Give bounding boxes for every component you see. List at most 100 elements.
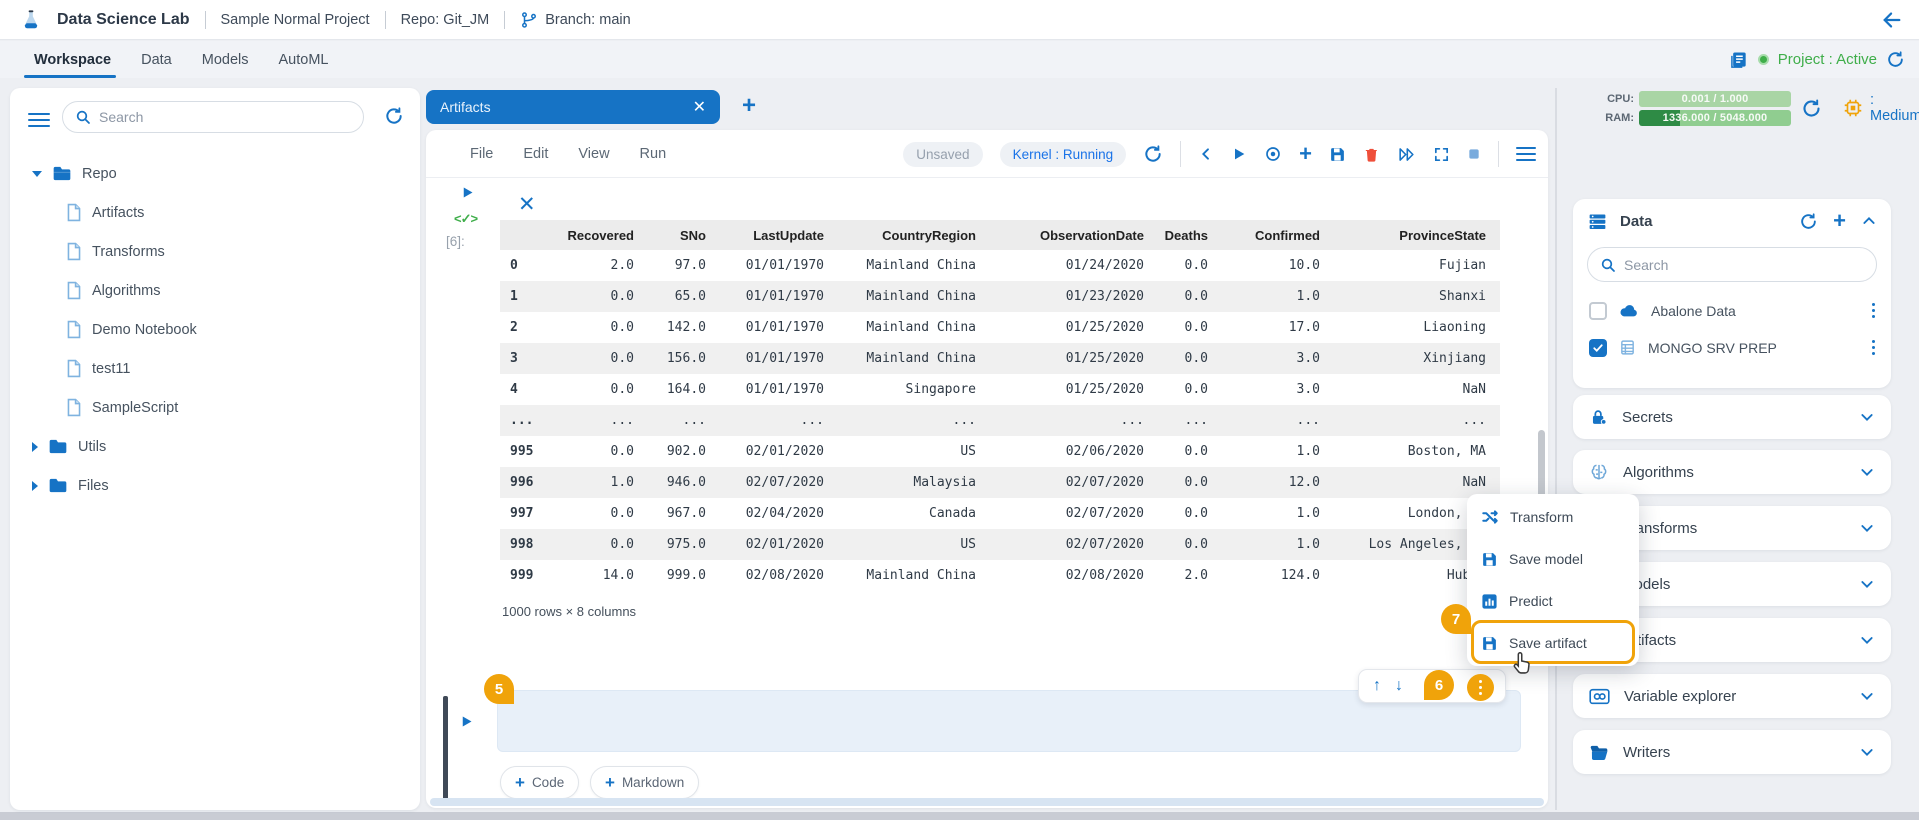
tree-file-demo-notebook[interactable]: Demo Notebook [10,310,420,349]
branch-name: Branch: main [545,12,630,28]
clear-output-icon[interactable]: ✕ [518,192,536,217]
checkbox-checked[interactable] [1589,339,1607,357]
data-add-icon[interactable]: + [1833,208,1846,234]
nav-item-workspace[interactable]: Workspace [34,52,111,68]
add-markdown-button[interactable]: + Markdown [590,766,699,799]
tree-folder-files[interactable]: Files [10,466,420,505]
nav-item-models[interactable]: Models [202,52,249,68]
dataframe-table: Recovered SNo LastUpdate CountryRegion O… [500,220,1500,591]
nav-item-data[interactable]: Data [141,52,172,68]
table-row: 9980.0975.002/01/2020US02/07/20200.01.0L… [500,529,1500,560]
add-cell-icon[interactable]: + [1299,141,1312,167]
table-row: 10.065.001/01/1970Mainland China01/23/20… [500,281,1500,312]
chevron-down-icon[interactable] [1859,632,1875,648]
secrets-panel[interactable]: Secrets [1573,395,1891,439]
dataset-item-mongo[interactable]: MONGO SRV PREP [1573,329,1891,366]
variable-explorer-panel[interactable]: Variable explorer [1573,674,1891,718]
writers-panel[interactable]: Writers [1573,730,1891,774]
menu-run[interactable]: Run [640,146,667,162]
menu-item-label: Transform [1510,509,1573,525]
menu-item-label: Predict [1509,593,1553,609]
menu-item-transform[interactable]: Transform [1467,496,1639,538]
chevron-down-icon[interactable] [1859,464,1875,480]
app-title: Data Science Lab [57,11,190,29]
data-search-input[interactable] [1624,257,1864,273]
panel-title: Artifacts [1622,632,1845,649]
variable-explorer-icon [1589,688,1610,705]
tree-label: Algorithms [92,283,161,299]
chevron-down-icon[interactable] [1859,744,1875,760]
panel-title: Models [1622,576,1845,593]
resources-refresh-icon[interactable] [1801,98,1822,119]
menu-item-save-model[interactable]: Save model [1467,538,1639,580]
chevron-down-icon[interactable] [1859,576,1875,592]
tree-label: Transforms [92,244,165,260]
table-summary: 1000 rows × 8 columns [502,604,636,619]
tree-file-algorithms[interactable]: Algorithms [10,271,420,310]
tree-file-test11[interactable]: test11 [10,349,420,388]
kernel-refresh-icon[interactable] [1143,144,1163,164]
tree-file-samplescript[interactable]: SampleScript [10,388,420,427]
refresh-project-icon[interactable] [1886,50,1905,69]
chevron-down-icon[interactable] [1859,688,1875,704]
annotation-badge-7: 7 [1441,604,1471,634]
cell-options-icon[interactable] [1467,674,1494,701]
data-collapse-icon[interactable] [1861,213,1877,229]
delete-cell-icon[interactable] [1363,146,1380,163]
tab-artifacts[interactable]: Artifacts ✕ [426,90,720,124]
collapse-left-icon[interactable] [1198,146,1214,162]
move-cell-up-icon[interactable]: ↑ [1373,677,1381,695]
dataset-label: MONGO SRV PREP [1648,340,1860,356]
move-cell-down-icon[interactable]: ↓ [1395,677,1403,695]
caret-down-icon[interactable] [32,171,42,177]
add-code-button[interactable]: + Code [500,766,579,799]
explorer-refresh-icon[interactable] [384,106,404,126]
cell2-run-icon[interactable] [459,714,474,729]
explorer-search[interactable] [62,101,364,133]
data-search[interactable] [1587,247,1877,282]
caret-right-icon[interactable] [32,442,38,452]
checkbox-unchecked[interactable] [1589,302,1607,320]
run-all-icon[interactable] [1397,145,1416,164]
tree-folder-repo[interactable]: Repo [10,154,420,193]
new-tab-button[interactable]: + [742,92,756,120]
notebook-options-icon[interactable] [1516,143,1536,165]
tab-close-icon[interactable]: ✕ [693,97,706,117]
tree-file-artifacts[interactable]: Artifacts [10,193,420,232]
cell1-run-icon[interactable] [460,185,475,200]
add-code-label: Code [532,775,564,790]
menu-item-predict[interactable]: Predict [1467,580,1639,622]
tree-folder-utils[interactable]: Utils [10,427,420,466]
table-row: 9950.0902.002/01/2020US02/06/20200.01.0B… [500,436,1500,467]
stop-kernel-icon[interactable] [1467,147,1481,161]
dataset-options-icon[interactable] [1872,303,1876,319]
menu-file[interactable]: File [470,146,493,162]
save-notebook-icon[interactable] [1329,146,1346,163]
table-dataset-icon [1619,339,1636,356]
data-refresh-icon[interactable] [1799,212,1818,231]
chevron-down-icon[interactable] [1859,520,1875,536]
plus-icon: + [605,773,615,793]
run-cell-icon[interactable] [1231,146,1247,162]
menu-edit[interactable]: Edit [523,146,548,162]
horizontal-scrollbar[interactable] [430,798,1544,806]
explorer-menu-icon[interactable] [28,109,50,131]
fullscreen-icon[interactable] [1433,146,1450,163]
logs-icon[interactable] [1729,50,1749,70]
dataset-item-abalone[interactable]: Abalone Data [1573,292,1891,329]
nav-item-automl[interactable]: AutoML [279,52,329,68]
chevron-down-icon[interactable] [1859,409,1875,425]
tree-label: Utils [78,439,106,455]
bar-chart-icon [1481,593,1498,610]
menu-view[interactable]: View [578,146,609,162]
algorithms-panel[interactable]: Algorithms [1573,450,1891,494]
table-row: 99914.0999.002/08/2020Mainland China02/0… [500,560,1500,591]
back-arrow-icon[interactable] [1881,9,1903,31]
restart-kernel-icon[interactable] [1264,145,1282,163]
tree-file-transforms[interactable]: Transforms [10,232,420,271]
explorer-search-input[interactable] [99,109,351,125]
file-tree: Repo Artifacts Transforms Algorithms Dem… [10,146,420,505]
divider [205,11,206,29]
caret-right-icon[interactable] [32,481,38,491]
dataset-options-icon[interactable] [1872,340,1876,356]
